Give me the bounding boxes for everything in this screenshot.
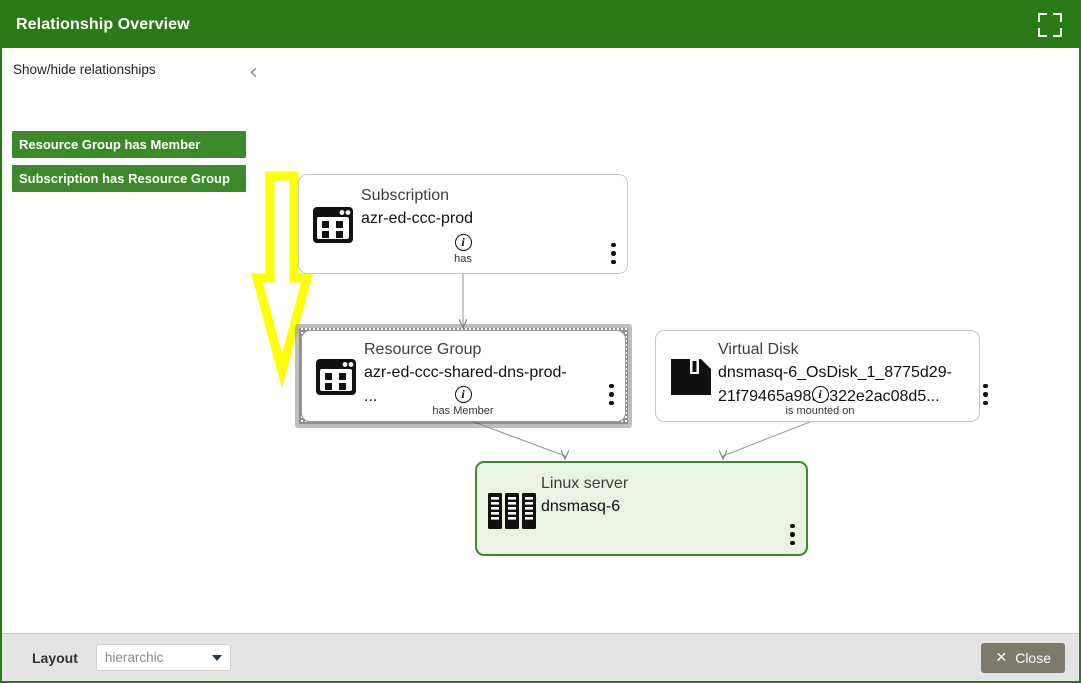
fullscreen-corner-top-right [1053, 13, 1062, 22]
kebab-dot [790, 540, 795, 545]
node-name-label-line2: ... [364, 388, 378, 405]
kebab-dot [609, 383, 614, 388]
node-name-label: dnsmasq-6 [541, 498, 621, 515]
fullscreen-corner-top-left [1038, 13, 1047, 22]
node-type-label: Virtual Disk [718, 341, 799, 358]
node-virtual-disk[interactable]: Virtual Disk dnsmasq-6_OsDisk_1_8775d29-… [655, 330, 988, 422]
kebab-menu-icon[interactable] [790, 523, 796, 545]
fullscreen-corner-bottom-right [1053, 28, 1062, 37]
node-subscription[interactable]: Subscription azr-ed-ccc-prod [298, 174, 628, 274]
relationship-overview-window: Relationship Overview Show/hide relation… [0, 0, 1081, 683]
chevron-left-icon[interactable]: ‹ [249, 62, 269, 86]
node-text-block: Resource Group azr-ed-ccc-shared-dns-pro… [364, 339, 625, 409]
node-type-label: Linux server [541, 475, 629, 492]
kebab-dot [611, 259, 616, 264]
legend-item-subscription-has-resource-group[interactable]: Subscription has Resource Group [12, 165, 246, 192]
node-name-label-line2: 21f79465a989e322e2ac08d5... [718, 388, 940, 405]
kebab-dot [983, 392, 988, 397]
layout-label: Layout [32, 649, 78, 666]
kebab-dot [609, 400, 614, 405]
window-grid-icon [314, 355, 358, 404]
legend-title: Show/hide relationships [13, 62, 156, 77]
node-text-block: Virtual Disk dnsmasq-6_OsDisk_1_8775d29-… [718, 339, 979, 409]
legend-item-label: Subscription has Resource Group [19, 171, 230, 186]
close-x-icon: ✕ [995, 649, 1008, 666]
fullscreen-corner-bottom-left [1038, 28, 1047, 37]
node-text-block: Subscription azr-ed-ccc-prod [361, 185, 627, 231]
page-title: Relationship Overview [16, 16, 190, 33]
legend-item-label: Resource Group has Member [19, 137, 201, 152]
node-name-label: dnsmasq-6_OsDisk_1_8775d29- [718, 364, 952, 381]
node-type-label: Subscription [361, 187, 450, 204]
floppy-disk-icon [668, 355, 714, 404]
kebab-menu-icon[interactable] [611, 242, 617, 264]
caret-down-icon [211, 654, 222, 661]
kebab-dot [983, 400, 988, 405]
legend-item-resource-group-has-member[interactable]: Resource Group has Member [12, 131, 246, 158]
bottom-toolbar: Layout hierarchic ✕ Close [2, 633, 1079, 681]
graph-canvas[interactable]: Show/hide relationships ‹ Resource Group… [2, 48, 1079, 635]
node-resource-group[interactable]: Resource Group azr-ed-ccc-shared-dns-pro… [301, 330, 626, 422]
node-linux-server[interactable]: Linux server dnsmasq-6 [475, 461, 808, 556]
kebab-dot [790, 523, 795, 528]
node-name-label: azr-ed-ccc-prod [361, 210, 474, 227]
kebab-dot [609, 392, 614, 397]
kebab-menu-icon[interactable] [609, 383, 615, 405]
layout-select[interactable]: hierarchic [95, 644, 231, 671]
close-button-label: Close [1015, 649, 1051, 666]
server-rack-icon [487, 489, 539, 538]
fullscreen-icon[interactable] [1037, 12, 1063, 38]
node-text-block: Linux server dnsmasq-6 [541, 473, 806, 519]
window-titlebar: Relationship Overview [2, 2, 1079, 48]
kebab-dot [611, 251, 616, 256]
kebab-dot [983, 383, 988, 388]
window-grid-icon [311, 203, 355, 252]
layout-select-value: hierarchic [104, 650, 164, 665]
kebab-dot [611, 242, 616, 247]
kebab-dot [790, 532, 795, 537]
kebab-menu-icon[interactable] [983, 383, 989, 405]
close-button[interactable]: ✕ Close [981, 642, 1065, 673]
node-type-label: Resource Group [364, 341, 482, 358]
node-name-label: azr-ed-ccc-shared-dns-prod- [364, 364, 567, 381]
